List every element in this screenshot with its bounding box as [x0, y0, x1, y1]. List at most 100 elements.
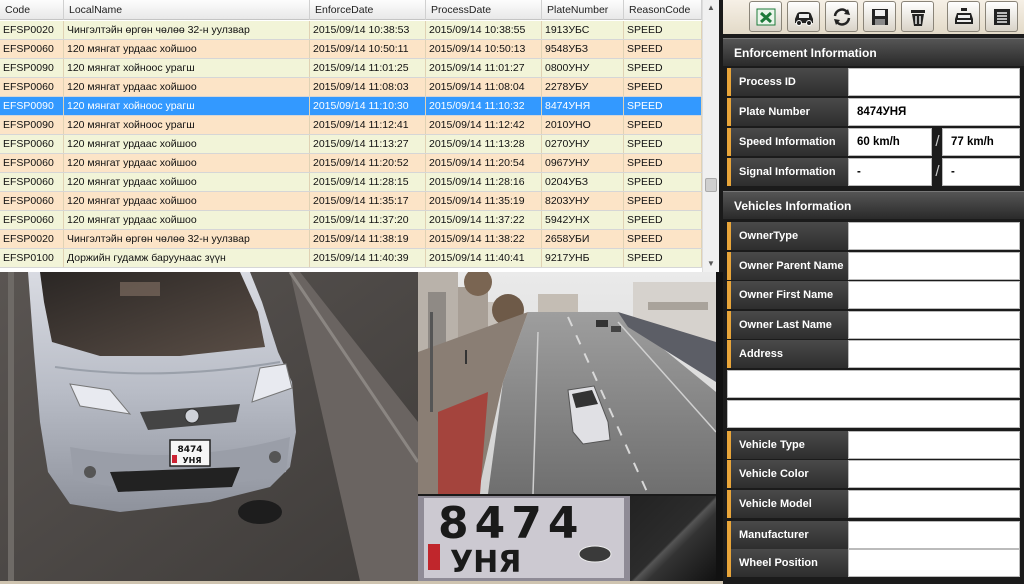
close-up-camera-image: 8474 УНЯ [0, 272, 418, 581]
delete-button[interactable] [901, 1, 934, 32]
table-row[interactable]: EFSP0060 120 мянгат урдаас хойшоо 2015/09/… [0, 211, 702, 230]
field-value[interactable] [848, 521, 1020, 549]
field-label: Owner Parent Name [727, 252, 848, 280]
signal-field-b[interactable]: - [942, 158, 1020, 186]
table-row[interactable]: EFSP0060 120 мянгат урдаас хойшоо 2015/09/… [0, 78, 702, 97]
process-id-field[interactable] [848, 68, 1020, 96]
column-header-enforcedate[interactable]: EnforceDate [310, 0, 426, 20]
speed-separator: / [935, 133, 940, 150]
refresh-icon [833, 8, 851, 26]
field-value[interactable] [848, 549, 1020, 577]
table-row[interactable]: EFSP0100 Доржийн гудамж баруунаас зүүн 201… [0, 249, 702, 268]
column-header-processdate[interactable]: ProcessDate [426, 0, 542, 20]
refresh-button[interactable] [825, 1, 858, 32]
save-button[interactable] [863, 1, 896, 32]
table-cell: EFSP0060 [0, 154, 64, 172]
speed-limit-field[interactable]: 77 km/h [942, 128, 1020, 156]
excel-export-button[interactable] [749, 1, 782, 32]
table-row[interactable]: EFSP0020 Чингэлтэйн өргөн чөлөө 32-н уулз… [0, 230, 702, 249]
column-header-platenumber[interactable]: PlateNumber [542, 0, 624, 20]
field-value[interactable] [848, 490, 1020, 518]
table-cell: 5942УНХ [542, 211, 624, 229]
table-row[interactable]: EFSP0060 120 мянгат урдаас хойшоо 2015/09/… [0, 154, 702, 173]
field-value[interactable] [848, 281, 1020, 309]
field-value[interactable] [848, 431, 1020, 459]
table-cell: 2015/09/14 10:38:53 [310, 21, 426, 39]
vehicles-section-title: Vehicles Information [723, 191, 1024, 219]
plate-crop-image: 8474 УНЯ [418, 496, 630, 581]
table-cell: SPEED [624, 192, 702, 210]
column-header-localname[interactable]: LocalName [64, 0, 310, 20]
table-cell: 120 мянгат урдаас хойшоо [64, 192, 310, 210]
close-up-car-photo: 8474 УНЯ [0, 272, 418, 581]
address-line-3-field[interactable] [727, 400, 1020, 428]
table-cell: 2015/09/14 11:28:16 [426, 173, 542, 191]
table-cell: SPEED [624, 173, 702, 191]
table-cell: SPEED [624, 59, 702, 77]
table-row[interactable]: EFSP0060 120 мянгат урдаас хойшоо 2015/09/… [0, 135, 702, 154]
speed-info-label: Speed Information [727, 128, 848, 156]
field-value[interactable] [848, 340, 1020, 368]
measured-speed-field[interactable]: 60 km/h [848, 128, 932, 156]
trash-icon [911, 10, 925, 26]
table-cell: 2015/09/14 11:01:27 [426, 59, 542, 77]
scroll-thumb[interactable] [705, 178, 717, 192]
police-car-icon [955, 8, 973, 24]
table-cell: Чингэлтэйн өргөн чөлөө 32-н уулзвар [64, 21, 310, 39]
table-cell: EFSP0060 [0, 78, 64, 96]
table-cell: 2015/09/14 11:20:52 [310, 154, 426, 172]
table-row[interactable]: EFSP0090 120 мянгат хойноос урагш 2015/09/… [0, 97, 702, 116]
table-cell: 0967УНУ [542, 154, 624, 172]
table-cell: 2015/09/14 11:28:15 [310, 173, 426, 191]
list-icon [994, 9, 1010, 25]
column-header-code[interactable]: Code [0, 0, 64, 20]
table-cell: 120 мянгат урдаас хойшоо [64, 40, 310, 58]
table-cell: SPEED [624, 135, 702, 153]
scroll-up-arrow-icon[interactable]: ▲ [703, 0, 719, 16]
field-row: Address [727, 340, 1020, 368]
table-scrollbar[interactable]: ▲ ▼ [702, 0, 719, 272]
table-cell: EFSP0090 [0, 116, 64, 134]
plate-crop-letters: УНЯ [450, 545, 521, 580]
field-label: Address [727, 340, 848, 368]
table-cell: SPEED [624, 154, 702, 172]
table-cell: 120 мянгат урдаас хойшоо [64, 135, 310, 153]
table-cell: EFSP0060 [0, 192, 64, 210]
table-cell: 2015/09/14 11:20:54 [426, 154, 542, 172]
plate-crop-photo: 8474 УНЯ [418, 496, 630, 581]
field-value[interactable] [848, 460, 1020, 488]
table-cell: 120 мянгат урдаас хойшоо [64, 211, 310, 229]
field-row: Owner Parent Name [727, 252, 1020, 280]
table-cell: 2015/09/14 11:38:22 [426, 230, 542, 248]
signal-field-a[interactable]: - [848, 158, 932, 186]
table-row[interactable]: EFSP0060 120 мянгат урдаас хойшоо 2015/09/… [0, 192, 702, 211]
table-cell: SPEED [624, 249, 702, 267]
field-row: Vehicle Color [727, 460, 1020, 488]
table-row[interactable]: EFSP0020 Чингэлтэйн өргөн чөлөө 32-н уулз… [0, 21, 702, 40]
enforcement-table: Code LocalName EnforceDate ProcessDate P… [0, 0, 719, 272]
table-row[interactable]: EFSP0060 120 мянгат урдаас хойшоо 2015/09/… [0, 173, 702, 192]
table-cell: 2015/09/14 11:40:41 [426, 249, 542, 267]
table-cell: Чингэлтэйн өргөн чөлөө 32-н уулзвар [64, 230, 310, 248]
list-button[interactable] [985, 1, 1018, 32]
process-id-row: Process ID [727, 68, 1020, 96]
scroll-down-arrow-icon[interactable]: ▼ [703, 256, 719, 272]
field-value[interactable] [848, 252, 1020, 280]
column-header-reasoncode[interactable]: ReasonCode [624, 0, 702, 20]
field-value[interactable] [848, 222, 1020, 250]
table-cell: 2015/09/14 10:38:55 [426, 21, 542, 39]
field-label: Owner First Name [727, 281, 848, 309]
table-row[interactable]: EFSP0090 120 мянгат хойноос урагш 2015/09/… [0, 116, 702, 135]
plate-number-field[interactable]: 8474УНЯ [848, 98, 1020, 126]
vehicle-button[interactable] [787, 1, 820, 32]
table-cell: 2015/09/14 11:08:03 [310, 78, 426, 96]
table-row[interactable]: EFSP0090 120 мянгат хойноос урагш 2015/09/… [0, 59, 702, 78]
table-cell: 2010УНО [542, 116, 624, 134]
table-row[interactable]: EFSP0060 120 мянгат урдаас хойшоо 2015/09/… [0, 40, 702, 59]
field-value[interactable] [848, 311, 1020, 339]
address-line-2-field[interactable] [727, 370, 1020, 398]
police-button[interactable] [947, 1, 980, 32]
close-up-license-plate: 8474 УНЯ [169, 439, 211, 467]
table-cell: EFSP0060 [0, 211, 64, 229]
table-cell: EFSP0060 [0, 135, 64, 153]
